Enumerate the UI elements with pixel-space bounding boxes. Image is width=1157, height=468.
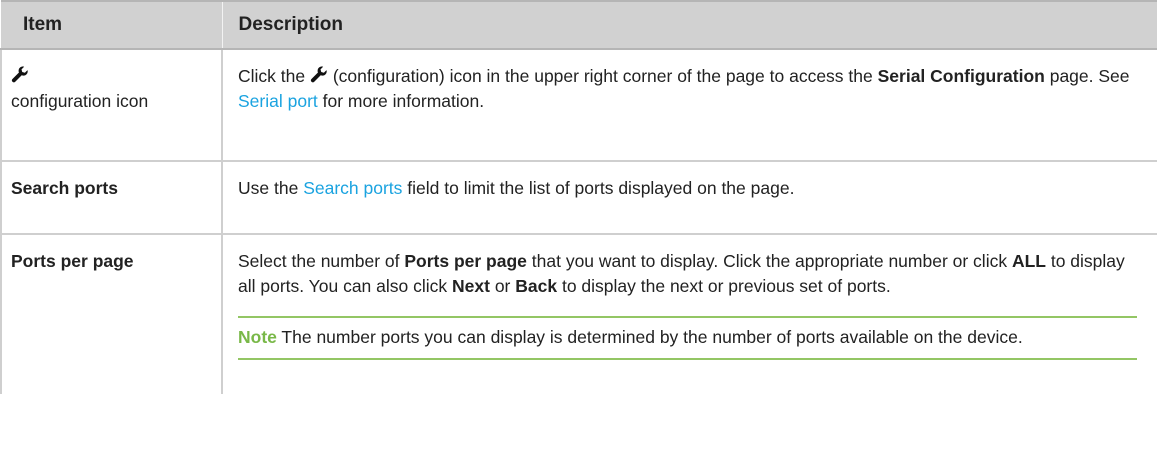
header-item: Item bbox=[1, 0, 222, 50]
item-cell-search-ports: Search ports bbox=[0, 161, 223, 235]
ui-term-back: Back bbox=[515, 276, 558, 296]
serial-ports-item-table: Item Description configuration icon Clic… bbox=[0, 0, 1157, 394]
note-box: Note The number ports you can display is… bbox=[238, 316, 1137, 360]
desc-cell-configuration-icon: Click the (configuration) icon in the up… bbox=[222, 49, 1157, 162]
item-label-search-ports: Search ports bbox=[11, 178, 118, 198]
desc-text: page. See bbox=[1044, 66, 1130, 86]
note-text: The number ports you can display is dete… bbox=[276, 327, 1023, 347]
desc-cell-search-ports: Use the Search ports field to limit the … bbox=[222, 161, 1157, 235]
desc-text: for more information. bbox=[317, 91, 485, 111]
ui-term-all: ALL bbox=[1011, 251, 1046, 271]
ui-term-ports-per-page: Ports per page bbox=[404, 251, 527, 271]
serial-port-link[interactable]: Serial port bbox=[238, 91, 318, 111]
desc-text: or bbox=[489, 276, 516, 296]
item-cell-ports-per-page: Ports per page bbox=[0, 234, 223, 394]
ui-term-next: Next bbox=[452, 276, 490, 296]
desc-text: Select the number of bbox=[238, 251, 405, 271]
desc-text: field to limit the list of ports display… bbox=[402, 178, 795, 198]
item-cell-configuration-icon: configuration icon bbox=[0, 49, 223, 162]
desc-cell-ports-per-page: Select the number of Ports per page that… bbox=[222, 234, 1157, 394]
desc-text: that you want to display. Click the appr… bbox=[526, 251, 1012, 271]
desc-text: Use the bbox=[238, 178, 304, 198]
desc-text: Click the bbox=[238, 66, 306, 86]
ui-term-serial-configuration: Serial Configuration bbox=[877, 66, 1045, 86]
header-description: Description bbox=[221, 0, 1157, 50]
item-label-ports-per-page: Ports per page bbox=[11, 251, 134, 271]
desc-text: to display the next or previous set of p… bbox=[557, 276, 891, 296]
table-header-row: Item Description bbox=[1, 0, 1157, 50]
table-row: Ports per page Select the number of Port… bbox=[0, 234, 1157, 394]
desc-text: (configuration) icon in the upper right … bbox=[327, 66, 873, 86]
desc-paragraph: Select the number of Ports per page that… bbox=[238, 249, 1137, 299]
table-row: configuration icon Click the (configurat… bbox=[0, 49, 1157, 162]
wrench-icon bbox=[11, 66, 29, 84]
item-label-configuration-icon: configuration icon bbox=[11, 91, 149, 111]
table-row: Search ports Use the Search ports field … bbox=[0, 161, 1157, 235]
note-label: Note bbox=[238, 327, 277, 347]
wrench-icon bbox=[310, 66, 328, 84]
search-ports-link[interactable]: Search ports bbox=[303, 178, 402, 198]
